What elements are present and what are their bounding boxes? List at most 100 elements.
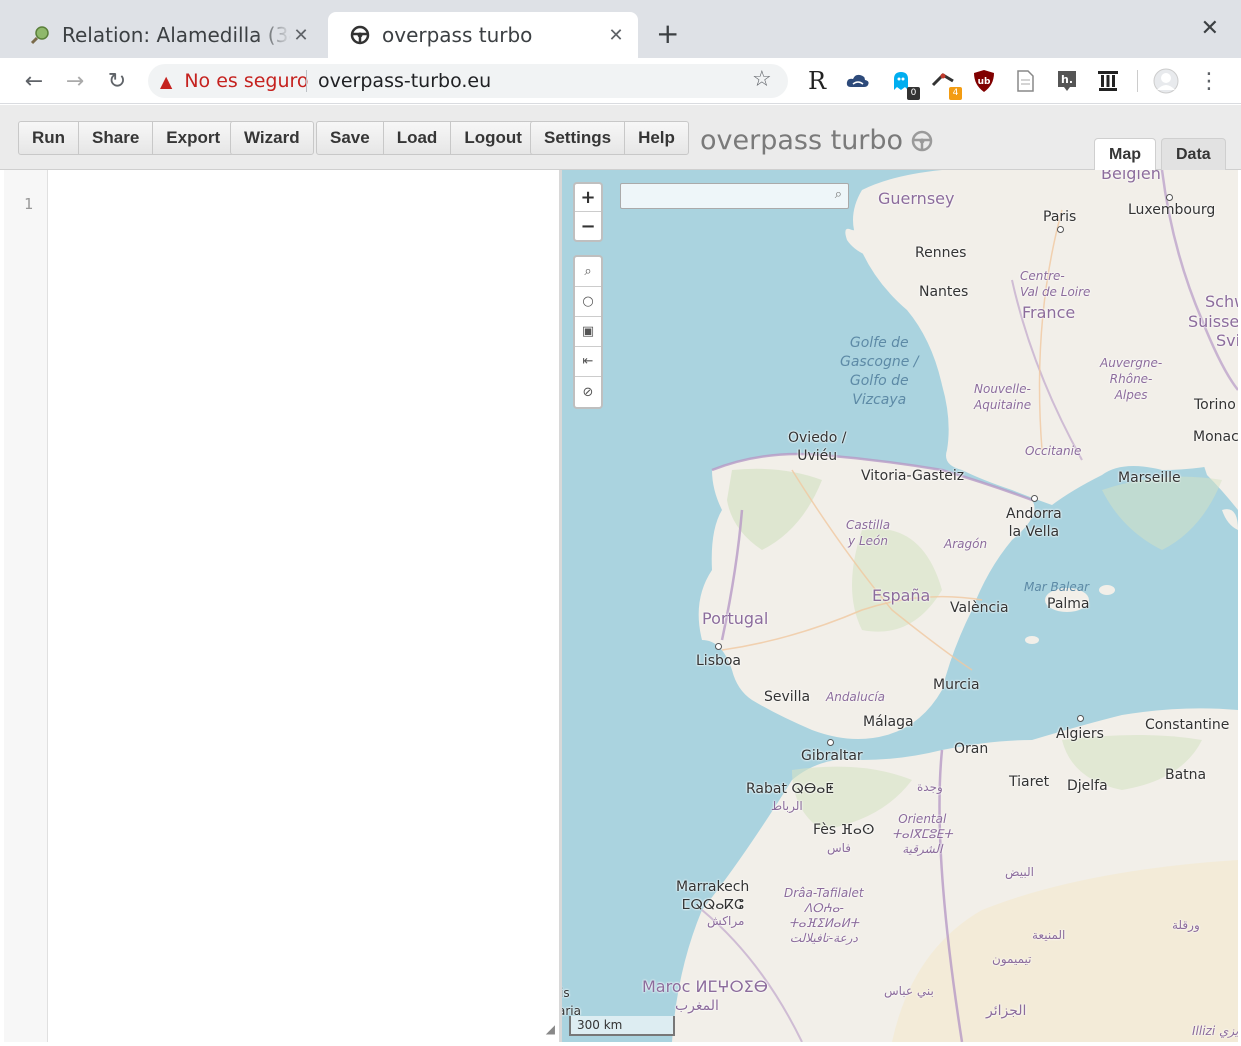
- share-button[interactable]: Share: [79, 122, 154, 154]
- hypothesis-icon[interactable]: h.: [1054, 68, 1080, 94]
- map-label-schweiz: Schw: [1205, 292, 1238, 311]
- map-label-timimoun-ar: تيميمون: [992, 952, 1032, 966]
- r-extension-icon[interactable]: R: [804, 67, 830, 95]
- tab-map[interactable]: Map: [1094, 138, 1156, 170]
- map-label-occitanie: Occitanie: [1025, 444, 1082, 458]
- zoom-out-button[interactable]: −: [575, 212, 601, 240]
- map-label-suisse: Suisse/S: [1188, 312, 1238, 331]
- map-label-aragon: Aragón: [944, 537, 988, 551]
- svg-text:ub: ub: [978, 77, 991, 87]
- no-data-icon[interactable]: ⊘: [575, 377, 601, 407]
- zoom-in-button[interactable]: +: [575, 184, 601, 212]
- address-bar[interactable]: ▲ No es seguro overpass-turbo.eu ☆: [148, 64, 788, 98]
- map-label-palma: Palma: [1047, 596, 1090, 612]
- ghostery-badge: 0: [907, 87, 920, 100]
- export-button[interactable]: Export: [153, 122, 233, 154]
- close-icon[interactable]: ✕: [291, 25, 311, 46]
- map-view[interactable]: + − ⌕ ○ ▣ ⇤ ⊘ ⌕ Belgien Guernsey Paris L…: [562, 170, 1238, 1042]
- map-label-draa: Drâa-Tafilalet ⴷⵔⵄⴰ- ⵜⴰⴼⵉⵍⴰⵍⵜ درعة-تافيل…: [784, 886, 864, 945]
- svg-text:h.: h.: [1061, 73, 1073, 86]
- map-label-luxembourg: Luxembourg: [1128, 202, 1216, 218]
- document-extension-icon[interactable]: [1012, 68, 1038, 94]
- url-text[interactable]: overpass-turbo.eu: [318, 70, 491, 92]
- run-button[interactable]: Run: [19, 122, 80, 154]
- mining-extension-icon[interactable]: 4: [930, 68, 962, 100]
- browser-toolbar: ← → ↻ ▲ No es seguro overpass-turbo.eu ☆…: [0, 58, 1241, 104]
- load-button[interactable]: Load: [384, 122, 452, 154]
- button-group-wizard: Wizard: [230, 121, 314, 155]
- map-label-valencia: València: [950, 600, 1009, 616]
- osm-magnifier-icon: [30, 25, 50, 45]
- map-label-djazair-ar: الجزائر: [986, 1003, 1027, 1019]
- tab-title: Relation: Alamedilla (343…: [62, 23, 291, 47]
- help-button[interactable]: Help: [625, 122, 688, 154]
- zoom-control: + −: [573, 182, 603, 242]
- map-tools-control: ⌕ ○ ▣ ⇤ ⊘: [573, 255, 603, 409]
- url-separator: [306, 70, 307, 92]
- menu-kebab-icon[interactable]: ⋮: [1196, 68, 1222, 94]
- map-label-rabat-ar: الرباط: [771, 799, 803, 813]
- browser-tab-overpass[interactable]: overpass turbo ✕: [328, 12, 638, 58]
- reload-icon[interactable]: ↻: [102, 66, 132, 96]
- back-arrow-icon[interactable]: ←: [19, 66, 49, 96]
- map-label-rennes: Rennes: [915, 245, 967, 261]
- map-search-input[interactable]: ⌕: [620, 183, 849, 209]
- map-label-guernsey: Guernsey: [878, 189, 955, 208]
- map-label-auvergne: Auvergne- Rhône- Alpes: [1100, 356, 1163, 402]
- map-label-oujda-ar: وجدة: [917, 780, 943, 794]
- mining-badge: 4: [949, 87, 962, 100]
- map-label-algiers: Algiers: [1056, 726, 1104, 742]
- toolbar-divider: [1137, 70, 1138, 92]
- map-city-dot: [1031, 495, 1038, 502]
- security-warning[interactable]: ▲ No es seguro: [160, 70, 309, 92]
- map-label-constantine: Constantine: [1145, 717, 1230, 733]
- window-close-button[interactable]: ✕: [1201, 16, 1219, 41]
- button-group-primary: Run Share Export: [18, 121, 235, 155]
- map-land-layer: [672, 170, 1238, 1042]
- map-label-andorra: Andorra la Vella: [1006, 506, 1062, 540]
- image-export-icon[interactable]: ▣: [575, 317, 601, 347]
- forward-arrow-icon[interactable]: →: [60, 66, 90, 96]
- wizard-button[interactable]: Wizard: [231, 122, 313, 154]
- map-label-castilla: Castilla y León: [846, 518, 891, 548]
- map-label-ouargla-ar: ورقلة: [1172, 918, 1200, 932]
- map-label-batna: Batna: [1165, 767, 1207, 783]
- map-label-rabat: Rabat ⵕⴱⴰⵟ: [746, 781, 835, 797]
- map-scale-bar: 300 km: [569, 1016, 675, 1036]
- map-label-gibraltar: Gibraltar: [801, 748, 863, 764]
- tab-data[interactable]: Data: [1161, 138, 1226, 170]
- map-label-lisboa: Lisboa: [696, 653, 742, 669]
- settings-button[interactable]: Settings: [531, 122, 626, 154]
- map-label-oran: Oran: [954, 741, 989, 757]
- map-city-dot: [1057, 226, 1064, 233]
- line-number: 1: [23, 195, 33, 213]
- fit-bounds-icon[interactable]: ⇤: [575, 347, 601, 377]
- archive-extension-icon[interactable]: [1095, 68, 1121, 94]
- map-city-dot: [715, 643, 722, 650]
- map-city-dot: [827, 739, 834, 746]
- button-group-settings: Settings Help: [530, 121, 689, 155]
- new-tab-button[interactable]: +: [656, 20, 679, 48]
- query-editor[interactable]: 1 ◢: [4, 170, 559, 1042]
- map-label-marseille: Marseille: [1118, 470, 1181, 486]
- map-label-murcia: Murcia: [933, 677, 980, 693]
- map-label-golfe: Golfe de Gascogne / Golfo de Vizcaya: [840, 335, 919, 408]
- close-icon[interactable]: ✕: [606, 25, 626, 46]
- resize-handle-icon[interactable]: ◢: [546, 1022, 555, 1036]
- bookmark-star-icon[interactable]: ☆: [752, 67, 772, 92]
- ghostery-icon[interactable]: 0: [888, 68, 920, 100]
- cloud-extension-icon[interactable]: [845, 68, 871, 94]
- browser-tab-relation[interactable]: Relation: Alamedilla (343… ✕: [8, 12, 323, 58]
- search-icon: ⌕: [834, 187, 842, 202]
- map-label-france: France: [1022, 303, 1076, 322]
- profile-avatar[interactable]: [1153, 68, 1179, 94]
- map-label-portugal: Portugal: [702, 609, 769, 628]
- locate-icon[interactable]: ○: [575, 287, 601, 317]
- map-label-marrakech: Marrakech ⵎⵕⵕⴰⴽⵛ: [676, 879, 750, 913]
- zoom-to-data-icon[interactable]: ⌕: [575, 257, 601, 287]
- map-label-andalucia: Andalucía: [826, 690, 886, 704]
- map-label-svi: Svi: [1216, 331, 1238, 350]
- ublock-icon[interactable]: ub: [971, 68, 997, 94]
- logout-button[interactable]: Logout: [451, 122, 535, 154]
- save-button[interactable]: Save: [317, 122, 384, 154]
